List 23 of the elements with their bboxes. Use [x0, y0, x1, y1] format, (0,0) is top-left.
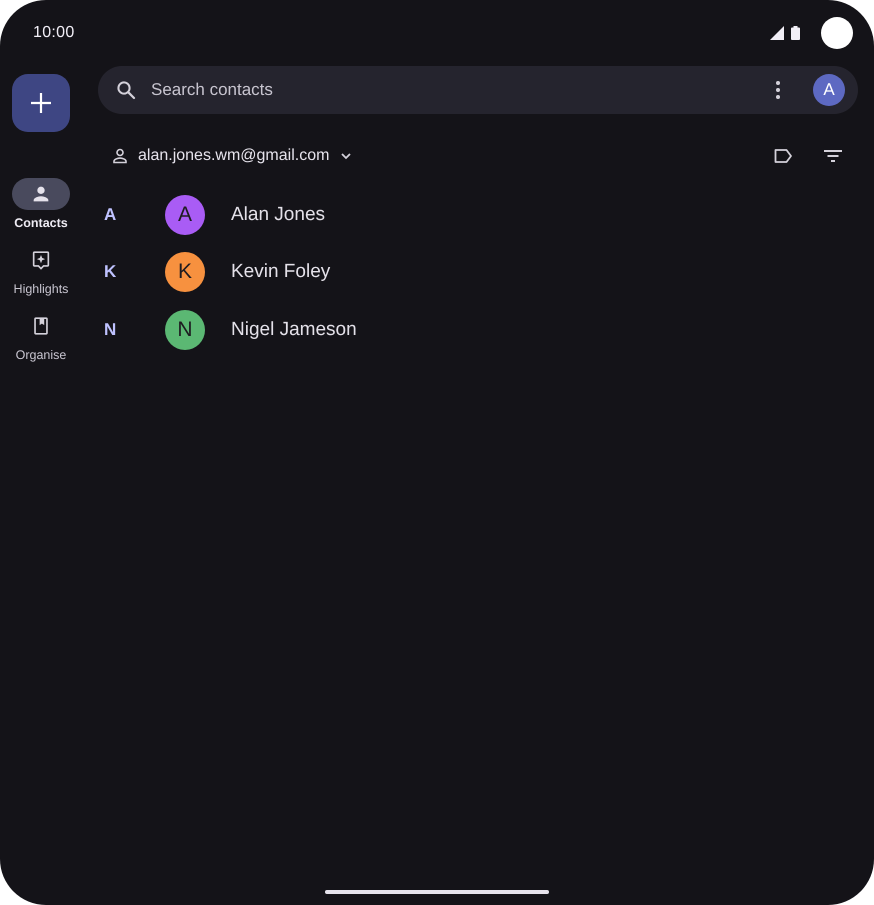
contact-avatar: N	[165, 310, 205, 350]
nav-item[interactable]: Highlights	[12, 244, 70, 297]
contact-avatar: K	[165, 252, 205, 292]
contact-name[interactable]: Nigel Jameson	[231, 318, 357, 341]
add-contact-button[interactable]	[12, 74, 70, 132]
search-field[interactable]: Search contacts A	[98, 66, 858, 114]
battery-icon	[791, 26, 800, 40]
section-letter: N	[104, 320, 116, 340]
section-letter: A	[104, 204, 116, 225]
plus-icon	[30, 92, 52, 114]
sparkle-bubble-icon	[30, 249, 52, 271]
account-selector[interactable]: alan.jones.wm@gmail.com	[105, 143, 358, 169]
nav-item[interactable]: Contacts	[12, 178, 70, 231]
person-outline-icon	[111, 147, 129, 165]
contact-name[interactable]: Kevin Foley	[231, 261, 330, 284]
section-letter: K	[104, 262, 116, 282]
nav-item[interactable]: Organise	[12, 310, 70, 363]
status-time: 10:00	[33, 24, 75, 42]
signal-icon	[770, 26, 784, 40]
contact-avatar: A	[165, 194, 205, 235]
contact-name[interactable]: Alan Jones	[231, 204, 326, 226]
camera-cutout-icon	[821, 17, 853, 49]
account-avatar[interactable]: A	[813, 74, 845, 106]
